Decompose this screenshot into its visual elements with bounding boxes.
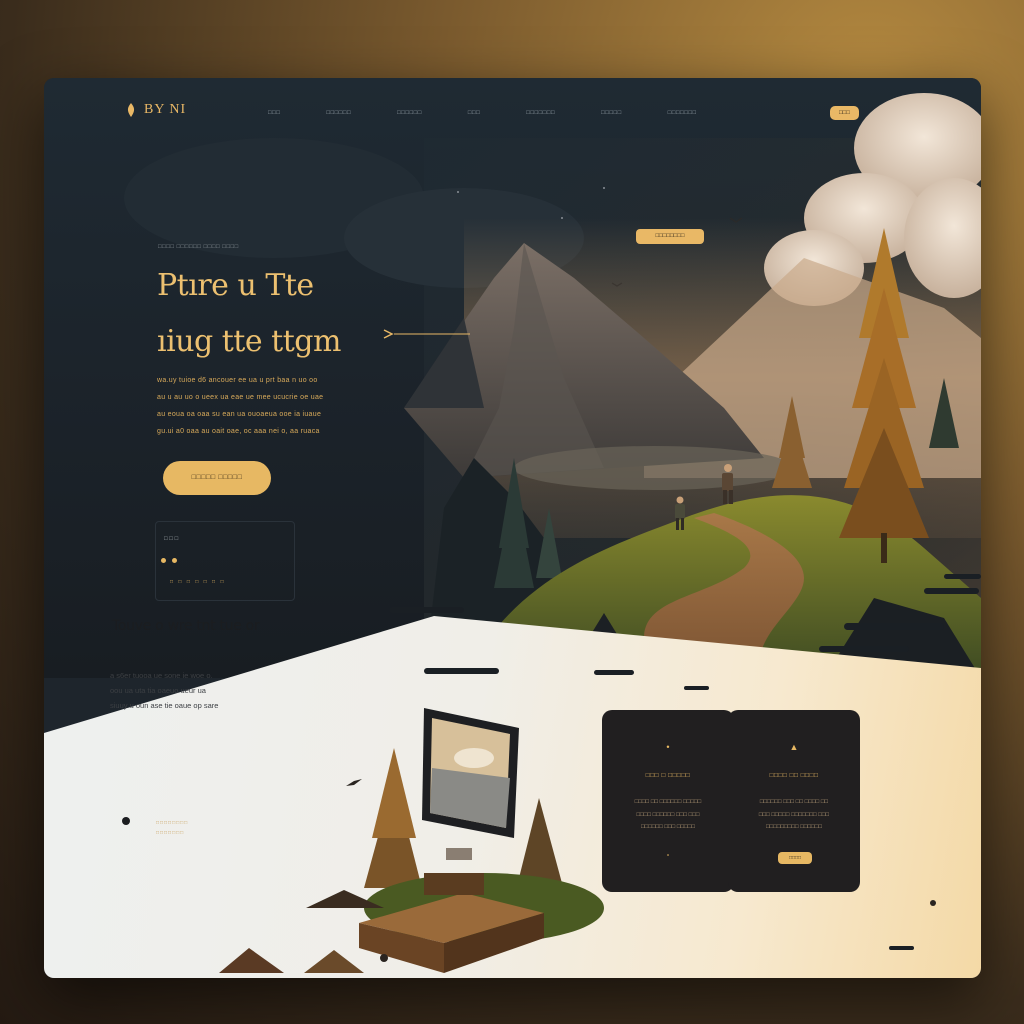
card-text: □□□□□□ □□□ □□ □□□□ □□ □□□ □□□□□ □□□□□□□ … (742, 796, 846, 834)
hero-cta-button[interactable]: □□□□□ □□□□□ (163, 461, 271, 495)
card-text-line: □□□□□□□□□ □□□□□□ (765, 824, 823, 830)
section-body-line: oou ua uta tia oaeuo ueur ua (110, 686, 206, 695)
hero-headline: Ptıre u Tte ıiug tte ttgm (157, 258, 341, 370)
section-link-line: □□□□□□□ (156, 830, 185, 836)
hero-body-line: au eoua oa oaa su ean ua ouoaeua ooe ia … (157, 411, 322, 418)
card-foot: ° (666, 854, 670, 861)
floating-tag-button[interactable]: □□□□□□□□ (636, 229, 704, 244)
nav-item[interactable]: □□□ (468, 110, 480, 116)
brand-name: BY NI (144, 102, 187, 117)
bullet-icon (122, 817, 130, 825)
section-body-line: siuuy u oun ase tie oaue op sare (110, 701, 219, 710)
card-text: □□□□ □□ □□□□□□ □□□□□ □□□□ □□□□□□ □□□ □□□… (616, 796, 720, 834)
card-text-line: □□□□□□ □□□ □□ □□□□ □□ (759, 799, 829, 805)
paw-icon: • (666, 742, 670, 752)
nav-item[interactable]: □□□□□ (601, 110, 622, 116)
hero-body-line: gu.ui a0 oaa au oait oae, oc aaa nei o, … (157, 428, 320, 435)
card-text-line: □□□□ □□□□□□ □□□ □□□ (636, 811, 700, 818)
feature-cards: • □□□ □ □□□□□ □□□□ □□ □□□□□□ □□□□□ □□□□ … (602, 710, 860, 892)
section-body-line: a s6er tuooa ue sone ie woe o. (110, 671, 213, 680)
hero-body-text: wa.uy tuioe d6 ancouer ee ua u prt baa n… (157, 372, 407, 440)
nav-item[interactable]: □□□□□□ (397, 110, 422, 116)
brand-logo[interactable]: BY NI (126, 102, 186, 118)
card-text-line: □□□□□□ □□□ □□□□□ (640, 824, 696, 830)
section-link-line: □□□□□□□□ (156, 820, 189, 826)
stats-row: □ □ □ □ □ □ □ (170, 579, 226, 585)
card-button[interactable]: □□□□ (778, 852, 812, 864)
card-text-line: □□□□ □□ □□□□□□ □□□□□ (634, 799, 702, 805)
card-title: □□□□ □□ □□□□ (769, 772, 819, 779)
feature-card[interactable]: ▲ □□□□ □□ □□□□ □□□□□□ □□□ □□ □□□□ □□ □□□… (728, 710, 860, 892)
monitor-icon (422, 708, 519, 860)
hero-body-line: au u au uo o ueex ua eae ue mee ucucrie … (157, 394, 324, 401)
nav-item[interactable]: □□□ (268, 110, 280, 116)
flame-icon (127, 103, 135, 117)
stats-panel: □ □ □ □ □ □ □ □ □ □ (155, 521, 295, 601)
section-title: Touve o wre tnt tue or (112, 618, 260, 634)
dot-icon (172, 558, 177, 563)
dot-icon (161, 558, 166, 563)
arrow-right-icon (383, 329, 470, 339)
feature-card[interactable]: • □□□ □ □□□□□ □□□□ □□ □□□□□□ □□□□□ □□□□ … (602, 710, 734, 892)
headline-line-2: ıiug tte ttgm (157, 324, 341, 359)
nav-cta-button[interactable]: □□□ (830, 106, 859, 120)
nav-item[interactable]: □□□□□□ (326, 110, 351, 116)
landing-page: BY NI □□□ □□□□□□ □□□□□□ □□□ □□□□□□□ □□□□… (44, 78, 981, 978)
stats-row: □ □ □ (164, 536, 179, 542)
section-body: a s6er tuooa ue sone ie woe o. oou ua ut… (110, 668, 280, 713)
section-link[interactable]: □□□□□□□□ □□□□□□□ (156, 818, 188, 838)
mountain-icon: ▲ (789, 742, 799, 752)
hero-body-line: wa.uy tuioe d6 ancouer ee ua u prt baa n… (157, 377, 318, 384)
card-text-line: □□□ □□□□□ □□□□□□□ □□□ (758, 811, 830, 818)
hero-eyebrow: □□□□ □□□□□□ □□□□ □□□□ (158, 244, 239, 250)
nav-item[interactable]: □□□□□□□ (668, 110, 697, 116)
stats-dots (161, 558, 177, 563)
top-nav: □□□ □□□□□□ □□□□□□ □□□ □□□□□□□ □□□□□ □□□□… (268, 110, 743, 116)
card-title: □□□ □ □□□□□ (645, 772, 691, 779)
headline-line-1: Ptıre u Tte (157, 268, 314, 303)
nav-item[interactable]: □□□□□□□ (526, 110, 555, 116)
